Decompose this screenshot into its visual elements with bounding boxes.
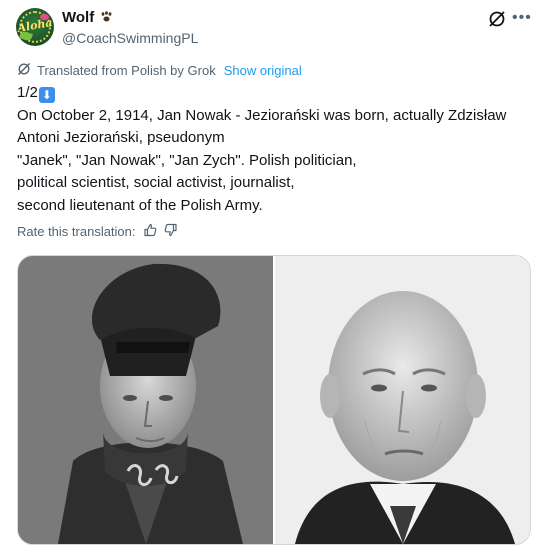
media-grid [17,255,531,545]
post-line-4: political scientist, social activist, jo… [17,174,295,191]
author-name-row[interactable]: Wolf [62,9,114,26]
thumbs-up-icon[interactable] [143,223,157,240]
translate-icon [17,62,31,79]
translation-note-text: Translated from Polish by Grok [37,63,216,78]
show-original-link[interactable]: Show original [224,63,302,78]
post-line-5: second lieutenant of the Polish Army. [17,196,263,214]
young-man-military-uniform-photo[interactable] [18,256,273,544]
thumbs-down-icon[interactable] [164,223,178,240]
more-options-icon[interactable]: ••• [512,9,532,27]
post-line-2: Antoni Jeziorański, pseudonym [17,129,225,146]
avatar[interactable]: Aloha [16,8,54,46]
rate-translation-label: Rate this translation: [17,224,136,239]
post-counter: 1/2 [17,84,38,101]
down-arrow-emoji-icon: ⬇ [38,87,55,103]
rate-translation: Rate this translation: [17,223,178,240]
translation-note: Translated from Polish by Grok Show orig… [17,62,302,79]
tweet-card: Aloha Wolf @CoachSwimmingPL ••• Translat… [0,0,545,550]
post-line-1: On October 2, 1914, Jan Nowak - Jeziorań… [17,106,507,124]
author-display-name[interactable]: Wolf [62,9,94,26]
grok-icon[interactable] [487,9,507,29]
post-line-3: "Janek", "Jan Nowak", "Jan Zych". Polish… [17,151,357,169]
paw-prints-icon [100,10,114,25]
elderly-man-portrait-photo[interactable] [275,256,530,544]
tweet-text: 1/2 ⬇ On October 2, 1914, Jan Nowak - Jez… [17,82,532,217]
author-handle[interactable]: @CoachSwimmingPL [62,30,198,46]
post-counter-line: 1/2 ⬇ [17,82,532,105]
